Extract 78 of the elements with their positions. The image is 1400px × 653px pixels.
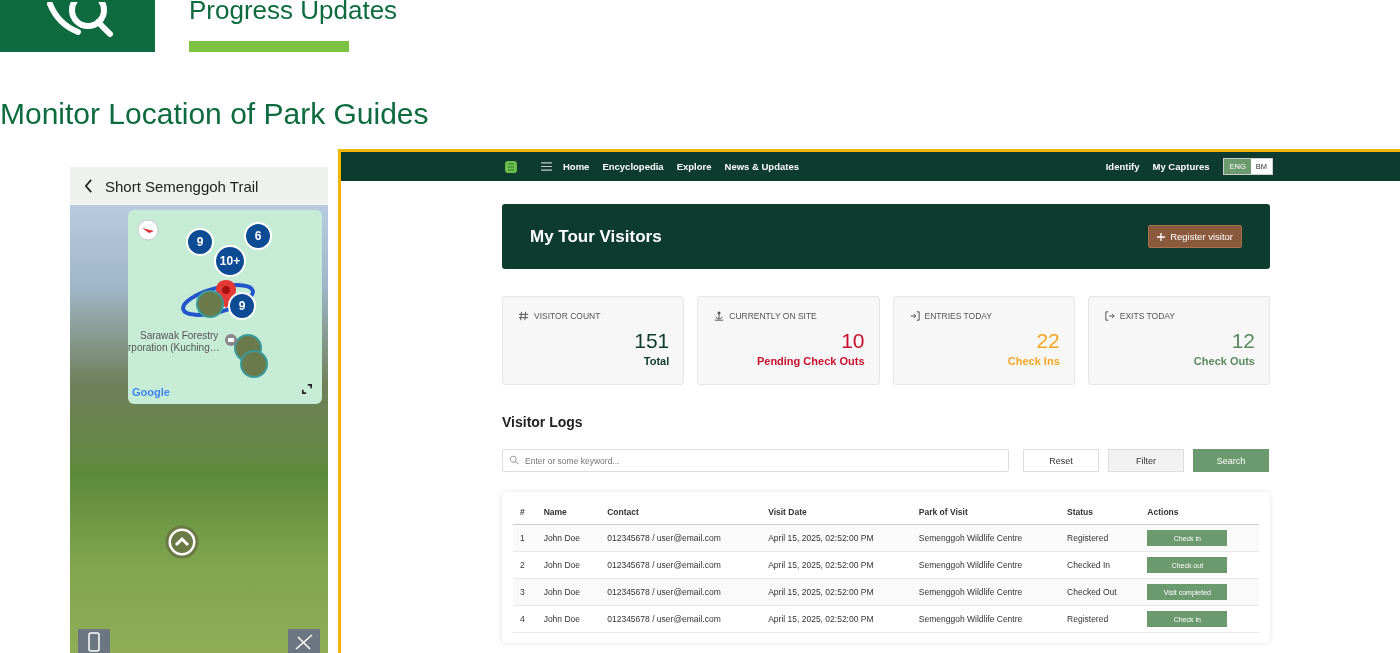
- back-icon[interactable]: [84, 179, 93, 193]
- table-cell: 4: [513, 605, 537, 633]
- table-cell: John Doe: [536, 605, 601, 633]
- map-attribution: Google: [132, 386, 170, 398]
- column-header: Visit Date: [761, 500, 912, 525]
- table-cell: 012345678 / user@email.com: [600, 524, 762, 552]
- menu-icon[interactable]: [541, 162, 552, 171]
- cluster-marker[interactable]: 9: [228, 292, 256, 320]
- stat-caption: Check Ins: [1006, 355, 1060, 367]
- page-title: My Tour Visitors: [530, 226, 662, 247]
- stat-caption: Pending Check Outs: [755, 355, 865, 367]
- sign-in-icon: [909, 311, 920, 321]
- table-cell: 1: [513, 524, 537, 552]
- cluster-marker[interactable]: 10+: [214, 245, 246, 277]
- table-cell: Semenggoh Wildlife Centre: [911, 605, 1061, 633]
- table-cell: Semenggoh Wildlife Centre: [911, 578, 1061, 606]
- compass-icon[interactable]: [137, 219, 159, 241]
- nav-link[interactable]: Explore: [676, 161, 712, 172]
- stat-value: 12: [1230, 329, 1255, 353]
- table-cell: Registered: [1060, 605, 1141, 633]
- cluster-marker[interactable]: 9: [186, 228, 214, 256]
- nav-link[interactable]: My Captures: [1152, 161, 1210, 172]
- table-cell: 2: [513, 551, 537, 579]
- map-label: Sarawak Forestry: [140, 330, 219, 341]
- table-cell: 012345678 / user@email.com: [600, 551, 762, 579]
- stat-value: 10: [840, 329, 865, 353]
- nav-link[interactable]: Encyclopedia: [602, 161, 664, 172]
- column-header: Park of Visit: [911, 500, 1061, 525]
- table-cell: Semenggoh Wildlife Centre: [911, 524, 1061, 552]
- stat-value: 151: [633, 329, 670, 353]
- cluster-marker[interactable]: 6: [244, 222, 272, 250]
- photo-marker[interactable]: [196, 290, 224, 318]
- nav-link[interactable]: News & Updates: [724, 161, 799, 172]
- nav-link[interactable]: Home: [563, 161, 590, 172]
- column-header: Name: [536, 500, 601, 525]
- phone-rotate-icon[interactable]: [78, 629, 110, 653]
- stat-label: ENTRIES TODAY: [924, 311, 993, 321]
- nav-link[interactable]: Identify: [1105, 161, 1140, 172]
- sign-out-icon: [1104, 311, 1115, 321]
- table-cell: 012345678 / user@email.com: [600, 578, 762, 606]
- table-cell: 3: [513, 578, 537, 606]
- building-icon: [225, 334, 237, 346]
- table-cell: April 15, 2025, 02:52:00 PM: [761, 605, 912, 633]
- table-cell: John Doe: [536, 578, 601, 606]
- hash-icon: [519, 311, 529, 321]
- screen-title: Short Semenggoh Trail: [105, 177, 259, 195]
- stat-label: CURRENTLY ON SITE: [729, 311, 817, 321]
- column-header: Status: [1060, 500, 1141, 525]
- table-cell: 012345678 / user@email.com: [600, 605, 762, 633]
- table-cell: April 15, 2025, 02:52:00 PM: [761, 551, 912, 579]
- column-header: Contact: [600, 500, 762, 525]
- stat-caption: Total: [642, 355, 670, 367]
- table-cell: Registered: [1060, 524, 1141, 552]
- table-cell: Semenggoh Wildlife Centre: [911, 551, 1061, 579]
- table-cell: Checked In: [1060, 551, 1141, 579]
- column-header: Actions: [1140, 500, 1259, 525]
- column-header: #: [513, 500, 537, 525]
- search-field[interactable]: Enter or some keyword...: [502, 449, 1009, 472]
- slide-title: Progress Updates: [189, 0, 398, 24]
- chevron-up-button-icon[interactable]: [165, 525, 199, 559]
- table-cell: April 15, 2025, 02:52:00 PM: [761, 524, 912, 552]
- slide-subtitle: Monitor Location of Park Guides: [0, 96, 430, 132]
- stat-caption: Check Outs: [1192, 355, 1255, 367]
- filter-button[interactable]: Filter: [1108, 449, 1184, 472]
- table-cell: John Doe: [536, 551, 601, 579]
- table-cell: Checked Out: [1060, 578, 1141, 606]
- table-cell: John Doe: [536, 524, 601, 552]
- plus-icon: [1157, 232, 1166, 241]
- reset-button[interactable]: Reset: [1023, 449, 1099, 472]
- photo-marker[interactable]: [240, 350, 268, 378]
- stat-label: EXITS TODAY: [1119, 311, 1176, 321]
- expand-icon[interactable]: [302, 384, 312, 394]
- section-title: Visitor Logs: [502, 414, 584, 430]
- map-label: rporation (Kuching…: [128, 342, 220, 353]
- register-visitor-button[interactable]: Register visitor: [1148, 225, 1242, 248]
- table-cell: April 15, 2025, 02:52:00 PM: [761, 578, 912, 606]
- stat-value: 22: [1035, 329, 1060, 353]
- stat-label: VISITOR COUNT: [534, 311, 601, 321]
